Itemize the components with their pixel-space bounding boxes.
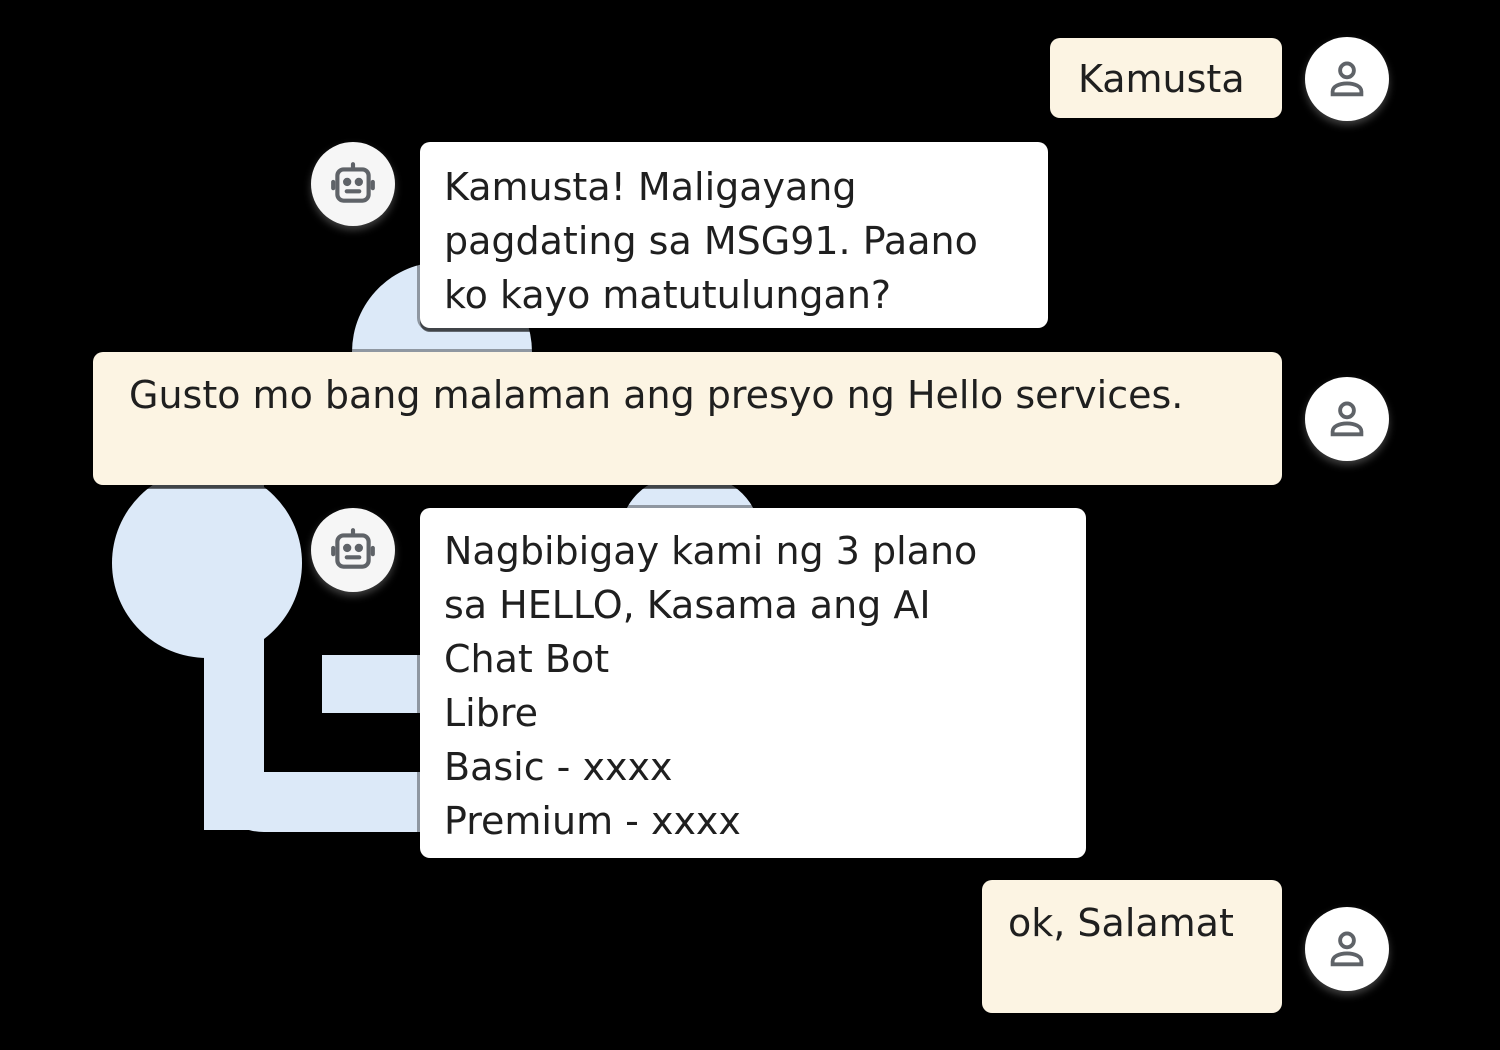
person-icon (1330, 931, 1364, 967)
message-text: ok, Salamat (1008, 901, 1234, 945)
chat-illustration: Kamusta Kamusta! Maligayang pagdating sa… (0, 0, 1500, 1050)
bot-avatar (311, 142, 395, 226)
person-icon (1330, 401, 1364, 437)
backdrop-shape-bottom-bar (204, 772, 434, 832)
message-text: Kamusta! Maligayang (444, 165, 857, 209)
user-message-bubble: ok, Salamat (982, 880, 1282, 1013)
person-icon (1330, 61, 1364, 97)
user-message-bubble: Kamusta (1050, 38, 1282, 118)
message-text: Kamusta (1078, 57, 1245, 101)
user-avatar (1305, 37, 1389, 121)
message-text: pagdating sa MSG91. Paano (444, 219, 978, 263)
user-avatar (1305, 377, 1389, 461)
message-text: Nagbibigay kami ng 3 plano (444, 529, 978, 573)
message-text: Gusto mo bang malaman ang presyo ng Hell… (129, 373, 1184, 417)
message-text: Premium - xxxx (444, 799, 741, 843)
user-message-bubble: Gusto mo bang malaman ang presyo ng Hell… (93, 352, 1282, 485)
message-text: sa HELLO, Kasama ang AI (444, 583, 931, 627)
robot-icon (331, 162, 375, 203)
message-text: Basic - xxxx (444, 745, 673, 789)
message-text: Libre (444, 691, 539, 735)
backdrop-shape-mid-bar (322, 655, 432, 713)
bot-message-bubble: Nagbibigay kami ng 3 plano sa HELLO, Kas… (420, 508, 1086, 858)
robot-icon (331, 528, 375, 569)
bot-avatar (311, 508, 395, 592)
message-text: Chat Bot (444, 637, 610, 681)
bot-message-bubble: Kamusta! Maligayang pagdating sa MSG91. … (420, 142, 1048, 328)
user-avatar (1305, 907, 1389, 991)
message-text: ko kayo matutulungan? (444, 273, 892, 317)
